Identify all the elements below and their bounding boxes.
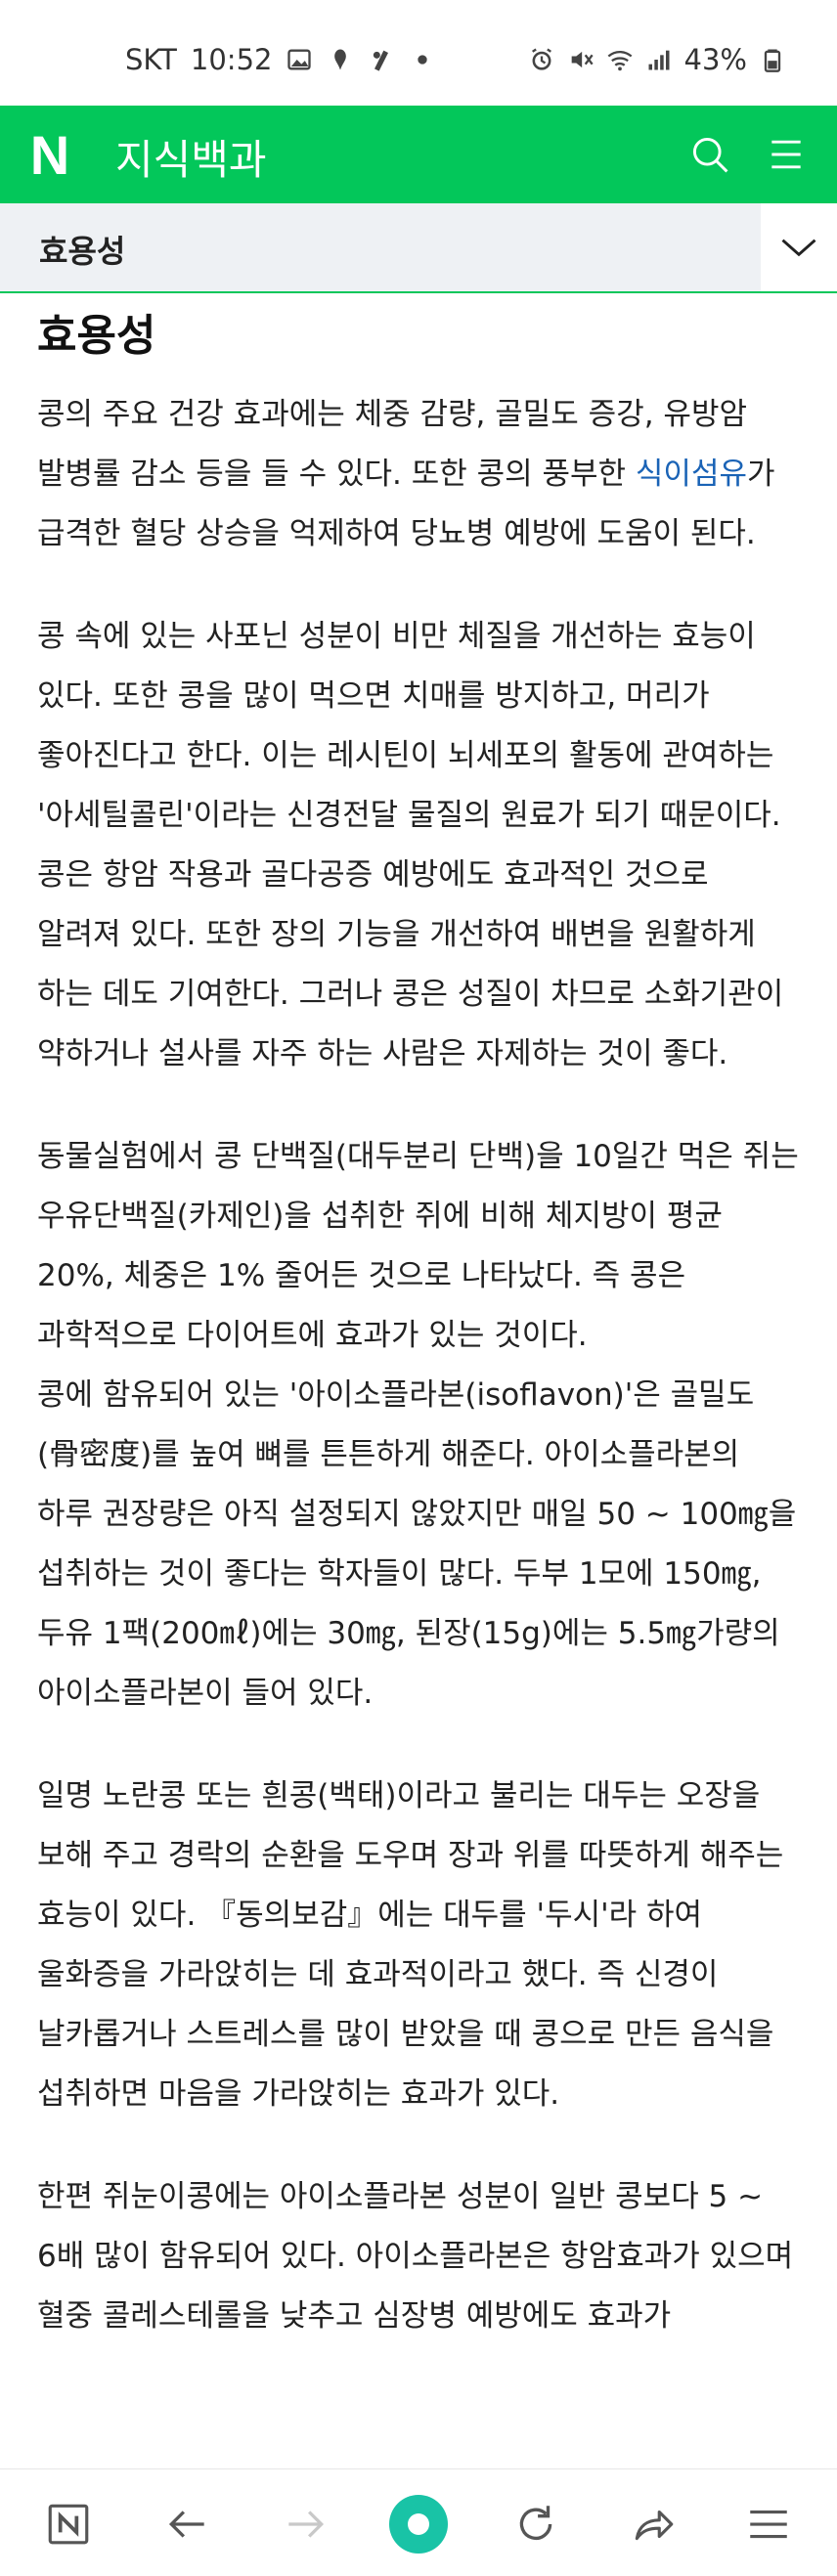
article-paragraph: 한편 쥐눈이콩에는 아이소플라본 성분이 일반 콩보다 5 ~ 6배 많이 함유… — [37, 2178, 794, 2334]
forward-arrow-icon — [288, 2511, 325, 2538]
bottom-navigation-bar — [0, 2468, 837, 2576]
hamburger-menu-icon — [771, 140, 801, 169]
app-title[interactable]: 지식백과 — [115, 127, 267, 187]
carrier-label: SKT — [125, 43, 177, 76]
article-paragraph: 콩은 항암 작용과 골다공증 예방에도 효과적인 것으로 알려져 있다. 또한 … — [37, 856, 784, 1071]
dot-icon — [418, 55, 428, 65]
menu-icon — [750, 2510, 787, 2539]
naver-logo[interactable]: N — [0, 106, 98, 203]
status-bar: SKT 10:52 43% — [0, 0, 837, 106]
section-label: 효용성 — [39, 233, 126, 270]
article-paragraph: 콩에 함유되어 있는 '아이소플라본(isoflavon)'은 골밀도(骨密度)… — [37, 1376, 797, 1711]
app-bar: N 지식백과 — [0, 106, 837, 203]
green-dot-button[interactable] — [389, 2495, 448, 2554]
section-dropdown-bar[interactable]: 효용성 — [0, 203, 837, 293]
signal-icon — [648, 50, 670, 70]
clock-label: 10:52 — [190, 43, 273, 76]
battery-icon — [764, 49, 781, 72]
menu-button[interactable] — [757, 125, 815, 184]
wifi-icon — [607, 50, 632, 71]
app-notification-icon — [374, 50, 389, 71]
article-paragraph: 동물실험에서 콩 단백질(대두분리 단백)을 10일간 먹은 쥐는 우유단백질(… — [37, 1138, 799, 1353]
article-paragraph: 콩의 주요 건강 효과에는 체중 감량, 골밀도 증강, 유방암 발병률 감소 … — [37, 385, 800, 564]
refresh-icon — [519, 2506, 552, 2540]
menu-nav-button[interactable] — [737, 2493, 800, 2555]
search-icon — [692, 137, 728, 173]
section-toggle-button[interactable] — [761, 203, 837, 291]
forward-button[interactable] — [274, 2493, 336, 2555]
naver-home-button[interactable] — [37, 2493, 100, 2555]
battery-percent: 43% — [683, 43, 747, 76]
article-heading: 효용성 — [37, 311, 156, 361]
article-paragraph: 콩 속에 있는 사포닌 성분이 비만 체질을 개선하는 효능이 있다. 또한 콩… — [37, 618, 781, 833]
status-bar-right: 43% — [528, 43, 786, 76]
mute-icon — [571, 51, 594, 68]
share-button[interactable] — [622, 2493, 684, 2555]
naver-home-icon — [48, 2504, 89, 2545]
back-button[interactable] — [156, 2493, 219, 2555]
section-selector[interactable]: 효용성 — [0, 203, 761, 291]
search-button[interactable] — [681, 125, 739, 184]
article-content: 효용성 콩의 주요 건강 효과에는 체중 감량, 골밀도 증강, 유방암 발병률… — [37, 293, 800, 2468]
app-notification-icon — [334, 49, 347, 70]
article-paragraph: 일명 노란콩 또는 흰콩(백태)이라고 불리는 대두는 오장을 보해 주고 경락… — [37, 1777, 784, 2112]
back-arrow-icon — [168, 2511, 204, 2538]
refresh-button[interactable] — [505, 2493, 567, 2555]
chevron-down-icon — [781, 239, 816, 257]
gallery-icon — [287, 49, 312, 70]
dietary-fiber-link[interactable]: 식이섬유 — [636, 457, 747, 492]
status-bar-left: SKT 10:52 — [125, 43, 436, 76]
alarm-icon — [531, 48, 551, 70]
share-icon — [635, 2510, 674, 2541]
green-dot-icon — [408, 2513, 429, 2535]
